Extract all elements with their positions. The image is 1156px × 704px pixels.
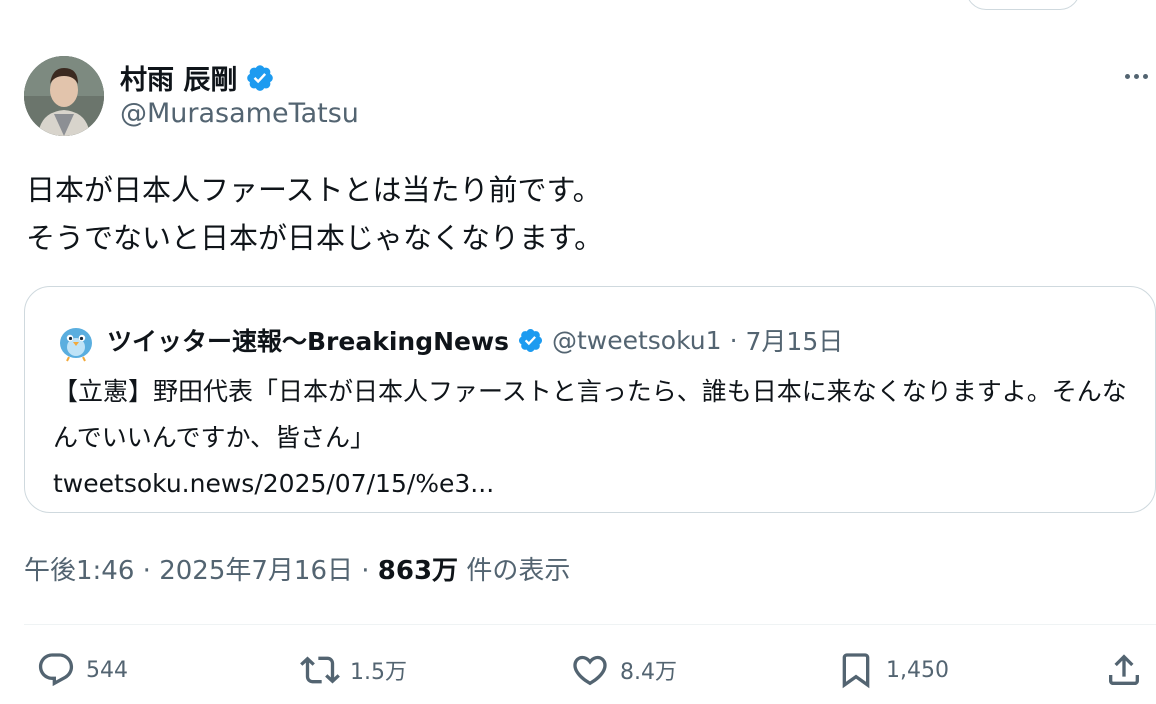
quote-author-handle: @tweetsoku1 [551,325,722,355]
author-handle[interactable]: @MurasameTatsu [120,98,359,129]
author-name[interactable]: 村雨 辰剛 [120,58,275,97]
quote-link[interactable]: tweetsoku.news/2025/07/15/%e3... [53,461,1133,507]
like-icon [573,655,607,686]
reply-count: 544 [86,657,128,683]
tweet-line-2: そうでないと日本が日本じゃなくなります。 [26,221,604,255]
bookmark-button[interactable]: 1,450 [836,650,949,690]
quote-body: 【立憲】野田代表「日本が日本人ファーストと言ったら、誰も日本に来なくなりますよ。… [53,369,1133,507]
tweet-text: 日本が日本人ファーストとは当たり前です。 そうでないと日本が日本じゃなくなります… [26,166,1126,262]
top-button-edge[interactable] [966,0,1080,10]
meta-separator: · [352,556,378,586]
view-count[interactable]: 863万 [378,556,458,586]
quoted-tweet-card[interactable]: ツイッター速報〜BreakingNews @tweetsoku1 · 7月15日… [24,286,1156,513]
quote-header: ツイッター速報〜BreakingNews @tweetsoku1 · 7月15日 [53,317,843,363]
verified-icon [247,64,274,91]
tweet-meta: 午後1:46 · 2025年7月16日 · 863万 件の表示 [24,550,570,587]
view-label: 件の表示 [458,556,571,586]
share-icon [1109,654,1139,685]
author-avatar[interactable] [24,56,104,136]
repost-count: 1.5万 [350,660,407,685]
like-count: 8.4万 [620,660,677,685]
tweet-line-1: 日本が日本人ファーストとは当たり前です。 [26,173,602,207]
quote-author-name: ツイッター速報〜BreakingNews [107,327,509,356]
author-name-text[interactable]: 村雨 辰剛 [120,58,237,97]
bird-avatar-icon [60,328,92,362]
quote-separator: · [729,325,738,355]
more-icon[interactable] [1118,64,1154,88]
reply-icon [38,653,74,687]
bookmark-icon [842,653,870,689]
quote-text: 【立憲】野田代表「日本が日本人ファーストと言ったら、誰も日本に来なくなりますよ。… [53,377,1127,452]
like-button[interactable]: 8.4万 [570,650,677,690]
reply-button[interactable]: 544 [36,650,128,690]
bookmark-count: 1,450 [886,657,949,683]
repost-icon [300,656,340,684]
share-button[interactable] [1104,650,1144,690]
verified-icon [518,328,542,352]
divider [24,624,1156,625]
meta-separator: · [134,556,160,586]
quote-date[interactable]: 7月15日 [746,322,844,358]
tweet-time[interactable]: 午後1:46 [24,556,134,586]
repost-button[interactable]: 1.5万 [300,650,407,690]
tweet-date[interactable]: 2025年7月16日 [159,556,353,586]
action-bar: 544 1.5万 8.4万 1,450 [24,640,1156,704]
